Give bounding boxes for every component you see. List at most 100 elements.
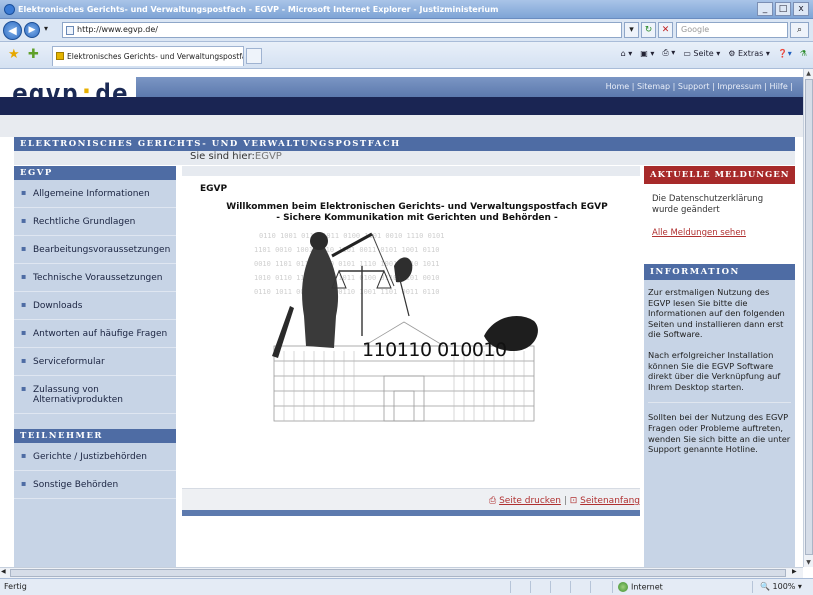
new-tab-button[interactable] [246,48,262,64]
stop-icon[interactable]: ✕ [658,22,673,38]
web-page: egvp:de Home | Sitemap | Support | Impre… [0,69,803,567]
bullet-icon: ▪ [21,272,27,281]
svg-text:1010 0110 1101 0010 1011 0100: 1010 0110 1101 0010 1011 0100 0110 1101 … [254,274,439,282]
window-controls: _ □ x [757,2,809,16]
scroll-left-icon[interactable]: ◀ [1,568,6,575]
info-paragraph-1: Zur erstmaligen Nutzung des EGVP lesen S… [648,287,785,340]
top-nav-band: Home | Sitemap | Support | Impressum | H… [136,77,803,97]
add-favorites-icon[interactable]: ✚ [28,47,39,62]
url-field[interactable]: http://www.egvp.de/ [62,22,622,38]
main-footer-bar [182,510,640,516]
vertical-scrollbar[interactable]: ▲ ▼ [803,69,813,567]
all-news-link[interactable]: Alle Meldungen sehen [652,228,787,239]
zoom-control[interactable]: 🔍 100% ▾ [760,582,802,591]
print-page-link[interactable]: Seite drucken [499,496,561,506]
binary-code-text: 110110 010010 [362,339,507,361]
bullet-icon: ▪ [21,451,27,460]
forward-button[interactable]: ▶ [24,22,40,38]
security-zone[interactable]: Internet [618,582,663,592]
favorites-star-icon[interactable]: ★ [8,47,20,62]
sidebar-item-label: Bearbeitungsvoraussetzungen [33,244,171,255]
window-titlebar: Elektronisches Gerichts- und Verwaltungs… [0,0,813,19]
news-item[interactable]: Die Datenschutzerklärung wurde geändert [652,194,787,216]
justitia-court-illustration: 0110 1001 0110 1011 0100 1101 0010 1110 … [254,232,538,422]
url-dropdown-icon[interactable]: ▾ [624,22,639,38]
nav-support-link[interactable]: Support [678,82,710,91]
print-links: ⎙ Seite drucken | ⊡ Seitenanfang [489,496,640,506]
sidebar-item-rechtliche-grundlagen[interactable]: ▪ Rechtliche Grundlagen [14,208,176,236]
scroll-down-icon[interactable]: ▼ [804,558,813,567]
research-icon[interactable]: ⚗ [800,49,807,58]
sidebar-item-antworten-faq[interactable]: ▪ Antworten auf häufige Fragen [14,320,176,348]
sidebar-heading-teilnehmer: TEILNEHMER [14,429,176,443]
bullet-icon: ▪ [21,479,27,488]
bullet-icon: ▪ [21,188,27,197]
search-input[interactable]: Google [676,22,788,38]
page-menu[interactable]: ▭ Seite ▾ [683,49,720,58]
sidebar-item-bearbeitungsvoraussetzungen[interactable]: ▪ Bearbeitungsvoraussetzungen [14,236,176,264]
sidebar-item-sonstige-behoerden[interactable]: ▪ Sonstige Behörden [14,471,176,499]
address-bar: ◀ ▶ ▾ http://www.egvp.de/ ▾ ↻ ✕ Google ⌕ [0,19,813,42]
home-icon[interactable]: ⌂ ▾ [621,49,633,58]
main-content: EGVP Willkommen beim Elektronischen Geri… [182,166,640,567]
vertical-scroll-thumb[interactable] [805,79,813,555]
sidebar-item-downloads[interactable]: ▪ Downloads [14,292,176,320]
news-box: Die Datenschutzerklärung wurde geändert … [644,184,795,264]
nav-home-link[interactable]: Home [606,82,630,91]
bullet-icon: ▪ [21,328,27,337]
svg-text:0110 1011 0010 1101 0110 1001: 0110 1011 0010 1101 0110 1001 1101 0011 … [254,288,439,296]
tools-menu[interactable]: ⚙ Extras ▾ [728,49,770,58]
feeds-icon[interactable]: ▣ ▾ [640,49,654,58]
breadcrumb-row [14,151,795,165]
browser-tab[interactable]: Elektronisches Gerichts- und Verwaltungs… [52,46,244,66]
status-divider [530,581,531,593]
sidebar-heading-egvp: EGVP [14,166,176,180]
sidebar-item-label: Technische Voraussetzungen [33,272,163,283]
welcome-line-1: Willkommen beim Elektronischen Gerichts-… [226,202,608,212]
bullet-icon: ▪ [21,384,27,393]
tools-menu-label: Extras [737,48,764,58]
sidebar-item-zulassung[interactable]: ▪ Zulassung von Alternativprodukten [14,376,176,414]
help-icon[interactable]: ❓▾ [778,49,792,58]
scroll-up-icon[interactable]: ▲ [804,69,813,78]
status-divider [570,581,571,593]
close-button[interactable]: x [793,2,809,16]
info-heading: INFORMATION [644,264,795,280]
maximize-button[interactable]: □ [775,2,791,16]
print-icon[interactable]: ⎙ ▾ [662,48,675,58]
nav-impressum-link[interactable]: Impressum [717,82,761,91]
horizontal-scrollbar[interactable]: ◀ ▶ [0,567,803,578]
sidebar-item-serviceformular[interactable]: ▪ Serviceformular [14,348,176,376]
nav-hilfe-link[interactable]: Hilfe [770,82,788,91]
search-icon[interactable]: ⌕ [790,22,809,38]
page-icon [66,26,74,35]
info-paragraph-3: Sollten bei der Nutzung des EGVP Fragen … [648,412,791,455]
breadcrumb-current[interactable]: EGVP [255,151,282,162]
link-separator: | [563,496,567,506]
back-button[interactable]: ◀ [3,21,22,40]
main-top-strip [182,166,640,176]
window-title: Elektronisches Gerichts- und Verwaltungs… [18,4,499,14]
sidebar-item-technische-voraussetzungen[interactable]: ▪ Technische Voraussetzungen [14,264,176,292]
sidebar-item-allgemeine-informationen[interactable]: ▪ Allgemeine Informationen [14,180,176,208]
sidebar-item-label: Serviceformular [33,356,105,367]
sidebar-item-gerichte[interactable]: ▪ Gerichte / Justizbehörden [14,443,176,471]
header-gray-band [0,115,803,137]
nav-sitemap-link[interactable]: Sitemap [637,82,670,91]
horizontal-scroll-thumb[interactable] [10,569,786,577]
history-dropdown-icon[interactable]: ▾ [44,24,48,33]
refresh-icon[interactable]: ↻ [641,22,656,38]
internet-globe-icon [618,582,628,592]
page-top-link[interactable]: Seitenanfang [580,496,640,506]
bullet-icon: ▪ [21,244,27,253]
scroll-right-icon[interactable]: ▶ [792,568,797,575]
info-divider [648,402,791,404]
info-paragraph-2: Nach erfolgreicher Installation können S… [648,349,781,392]
sidebar-item-label: Allgemeine Informationen [33,188,150,199]
breadcrumb-label: Sie sind hier: [190,151,255,162]
sidebar: EGVP ▪ Allgemeine Informationen ▪ Rechtlic… [14,166,176,567]
page-top-icon: ⊡ [569,496,578,506]
minimize-button[interactable]: _ [757,2,773,16]
svg-text:0110 1001 0110 1011 0100 1101: 0110 1001 0110 1011 0100 1101 0010 1110 … [259,232,444,240]
sidebar-item-label: Gerichte / Justizbehörden [33,451,147,462]
